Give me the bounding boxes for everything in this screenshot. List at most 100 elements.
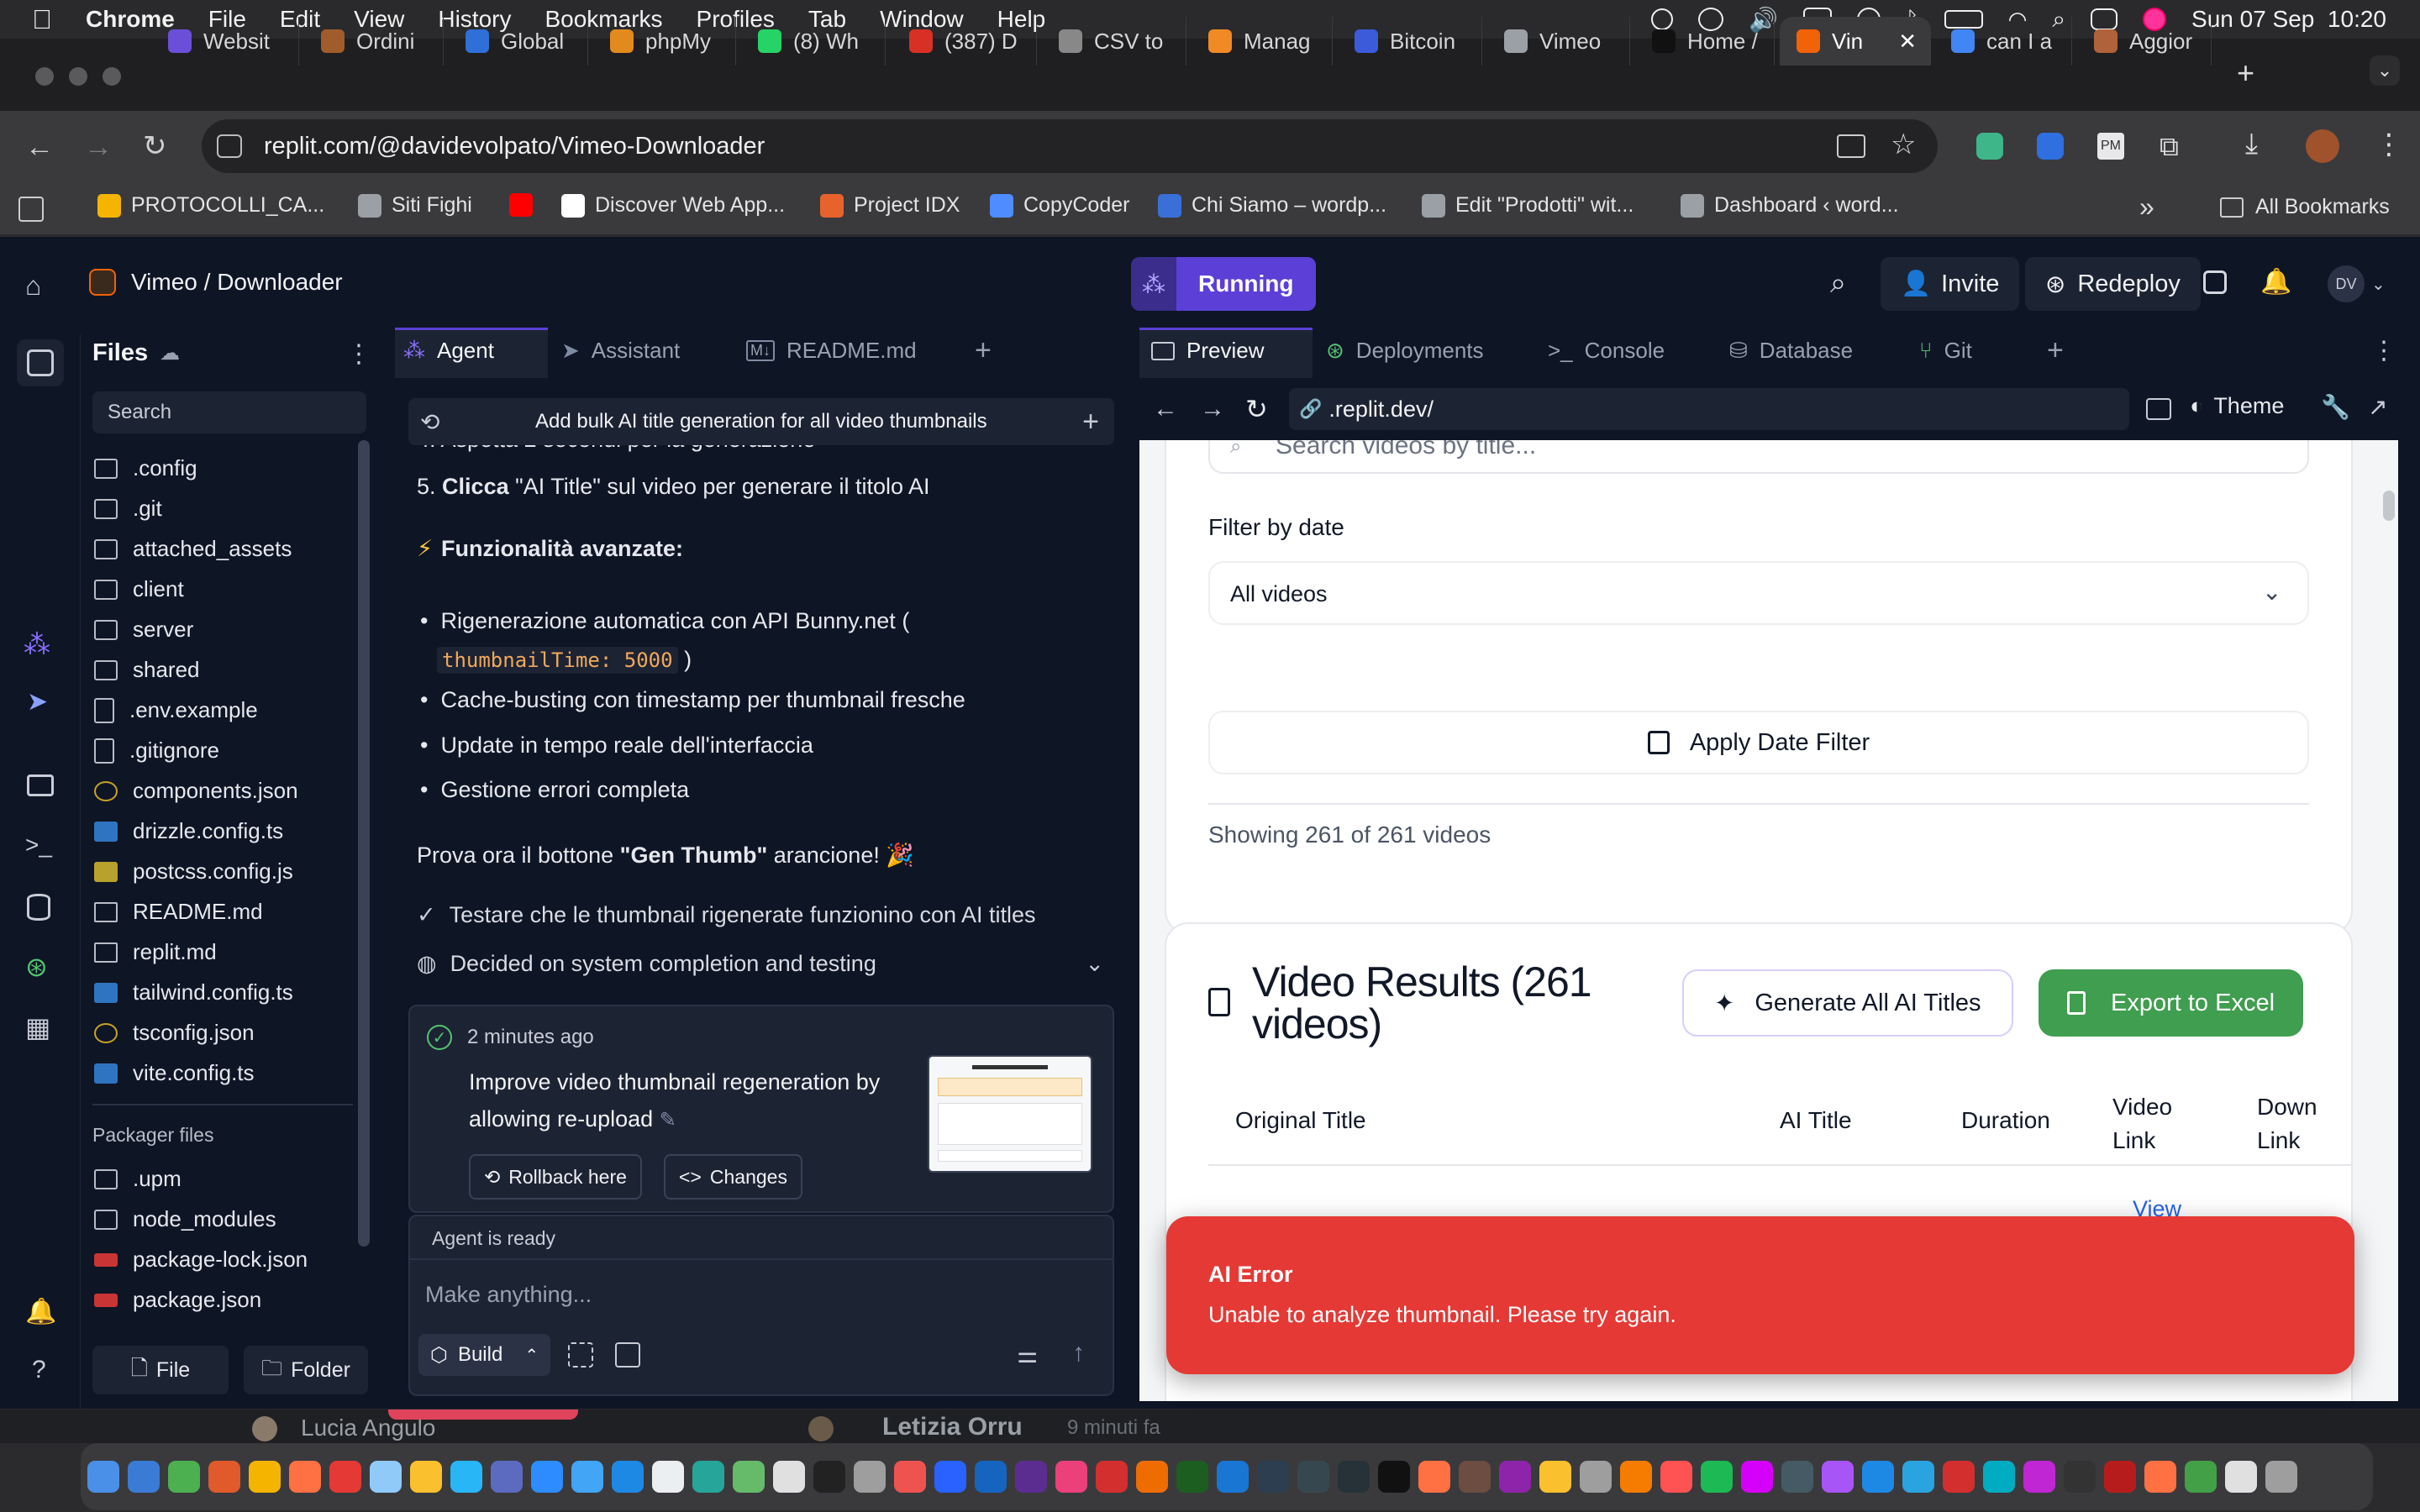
forward-icon[interactable]: →: [84, 131, 113, 164]
new-chat-icon[interactable]: +: [1082, 406, 1099, 438]
column-original-title[interactable]: Original Title: [1235, 1107, 1366, 1134]
tab-assistant[interactable]: ➤ Assistant: [561, 338, 680, 364]
dock-app-icon[interactable]: [854, 1461, 886, 1493]
notifications-bell-icon[interactable]: 🔔: [2260, 267, 2291, 297]
close-tab-icon[interactable]: ✕: [1898, 29, 1917, 55]
file-item[interactable]: README.md: [94, 899, 263, 925]
bookmark-item[interactable]: [509, 193, 533, 217]
redeploy-button[interactable]: ⊛ Redeploy: [2025, 257, 2201, 311]
folder-item[interactable]: attached_assets: [94, 536, 292, 562]
send-arrow-icon[interactable]: ↑: [1072, 1339, 1085, 1368]
dock-app-icon[interactable]: [1176, 1461, 1208, 1493]
dock-app-icon[interactable]: [531, 1461, 563, 1493]
dock-app-icon[interactable]: [1701, 1461, 1733, 1493]
agent-prompt-input[interactable]: Make anything...: [425, 1282, 592, 1308]
dock-app-icon[interactable]: [894, 1461, 926, 1493]
extension-blue-icon[interactable]: [2037, 133, 2064, 160]
browser-tab[interactable]: Manag: [1192, 17, 1333, 66]
site-info-icon[interactable]: [217, 134, 242, 158]
files-search-input[interactable]: Search: [92, 391, 366, 433]
dock-app-icon[interactable]: [1862, 1461, 1894, 1493]
changes-button[interactable]: <> Changes: [664, 1154, 802, 1200]
dock-app-icon[interactable]: [1660, 1461, 1692, 1493]
column-ai-title[interactable]: AI Title: [1780, 1107, 1852, 1134]
file-item[interactable]: package.json: [94, 1287, 261, 1313]
folder-item[interactable]: client: [94, 576, 184, 602]
error-toast[interactable]: [1166, 1216, 2354, 1374]
dock-app-icon[interactable]: [1983, 1461, 2015, 1493]
history-bar[interactable]: ⟲ Add bulk AI title generation for all v…: [408, 398, 1114, 445]
dock-app-icon[interactable]: [2185, 1461, 2217, 1493]
preview-scrollbar[interactable]: [2383, 491, 2395, 521]
console-tool-icon[interactable]: >_: [25, 832, 52, 858]
dock-app-icon[interactable]: [571, 1461, 603, 1493]
help-icon[interactable]: ?: [32, 1356, 46, 1384]
extension-pm-icon[interactable]: PM: [2097, 133, 2124, 160]
add-tab-icon[interactable]: +: [975, 334, 992, 367]
dock-app-icon[interactable]: [289, 1461, 321, 1493]
file-item[interactable]: package-lock.json: [94, 1247, 308, 1273]
user-menu[interactable]: DV ⌄: [2328, 265, 2386, 302]
dock-app-icon[interactable]: [1015, 1461, 1047, 1493]
dock-app-icon[interactable]: [934, 1461, 966, 1493]
downloads-icon[interactable]: ⤓: [2245, 128, 2258, 160]
extensions-puzzle-icon[interactable]: ⧉: [2160, 131, 2179, 163]
new-folder-button[interactable]: 🗀 Folder: [244, 1346, 368, 1394]
file-item[interactable]: drizzle.config.ts: [94, 818, 283, 844]
bookmark-item[interactable]: Chi Siamo – wordp...: [1158, 193, 1386, 218]
folder-item[interactable]: .config: [94, 455, 197, 481]
apply-date-filter-button[interactable]: Apply Date Filter: [1208, 711, 2309, 774]
dock-app-icon[interactable]: [370, 1461, 402, 1493]
dock-app-icon[interactable]: [1297, 1461, 1329, 1493]
tab-agent[interactable]: ⁂ Agent: [403, 338, 494, 364]
theme-button[interactable]: ◐ Theme: [2190, 393, 2284, 419]
dock-app-icon[interactable]: [1781, 1461, 1813, 1493]
file-item[interactable]: replit.md: [94, 939, 217, 965]
generate-all-ai-titles-button[interactable]: ✦ Generate All AI Titles: [1682, 969, 2013, 1037]
edit-pencil-icon[interactable]: ✎: [660, 1109, 676, 1131]
dock-app-icon[interactable]: [87, 1461, 119, 1493]
open-new-tab-icon[interactable]: ↗: [2368, 393, 2387, 421]
bookmark-item[interactable]: Siti Fighi: [358, 193, 472, 218]
dock-app-icon[interactable]: [773, 1461, 805, 1493]
browser-tab[interactable]: CSV to: [1042, 17, 1186, 66]
column-video-link[interactable]: Video Link: [2112, 1090, 2188, 1158]
browser-tab[interactable]: Vimeo: [1487, 17, 1630, 66]
dock-app-icon[interactable]: [1580, 1461, 1612, 1493]
run-status-button[interactable]: ⁂ Running: [1131, 257, 1316, 311]
folder-item[interactable]: .git: [94, 496, 162, 522]
assistant-tool-icon[interactable]: ➤: [27, 687, 48, 717]
dock-app-icon[interactable]: [1096, 1461, 1128, 1493]
preview-back-icon[interactable]: ←: [1153, 395, 1178, 423]
dock-app-icon[interactable]: [491, 1461, 523, 1493]
install-app-icon[interactable]: [1837, 134, 1865, 158]
search-icon[interactable]: ⌕: [1830, 267, 1846, 300]
alerts-icon[interactable]: 🔔: [25, 1297, 56, 1326]
browser-tab[interactable]: Aggior: [2077, 17, 2212, 66]
build-mode-selector[interactable]: ⬡ Build ⌃: [418, 1334, 551, 1376]
reload-icon[interactable]: ↻: [143, 129, 167, 163]
dock-app-icon[interactable]: [1136, 1461, 1168, 1493]
file-item[interactable]: vite.config.ts: [94, 1060, 255, 1086]
attach-image-icon[interactable]: [615, 1342, 640, 1368]
device-toggle-icon[interactable]: [2146, 398, 2171, 420]
file-item[interactable]: postcss.config.js: [94, 858, 293, 885]
bookmark-item[interactable]: Dashboard ‹ word...: [1681, 193, 1899, 218]
dock-app-icon[interactable]: [2023, 1461, 2055, 1493]
dock-app-icon[interactable]: [1499, 1461, 1531, 1493]
window-zoom-button[interactable]: [103, 67, 121, 86]
window-minimize-button[interactable]: [69, 67, 87, 86]
file-item[interactable]: .env.example: [94, 697, 258, 723]
thinking-summary[interactable]: ◍ Decided on system completion and testi…: [417, 951, 1114, 977]
dock-app-icon[interactable]: [208, 1461, 240, 1493]
preview-reload-icon[interactable]: ↻: [1245, 393, 1268, 425]
file-item[interactable]: tsconfig.json: [94, 1020, 255, 1046]
browser-tab[interactable]: Ordini: [304, 17, 444, 66]
folder-item[interactable]: shared: [94, 657, 200, 683]
browser-tab[interactable]: (387) D: [892, 17, 1037, 66]
back-icon[interactable]: ←: [25, 131, 54, 164]
dock-app-icon[interactable]: [1902, 1461, 1934, 1493]
export-to-excel-button[interactable]: Export to Excel: [2039, 969, 2304, 1037]
dock-app-icon[interactable]: [1378, 1461, 1410, 1493]
dock-app-icon[interactable]: [1620, 1461, 1652, 1493]
